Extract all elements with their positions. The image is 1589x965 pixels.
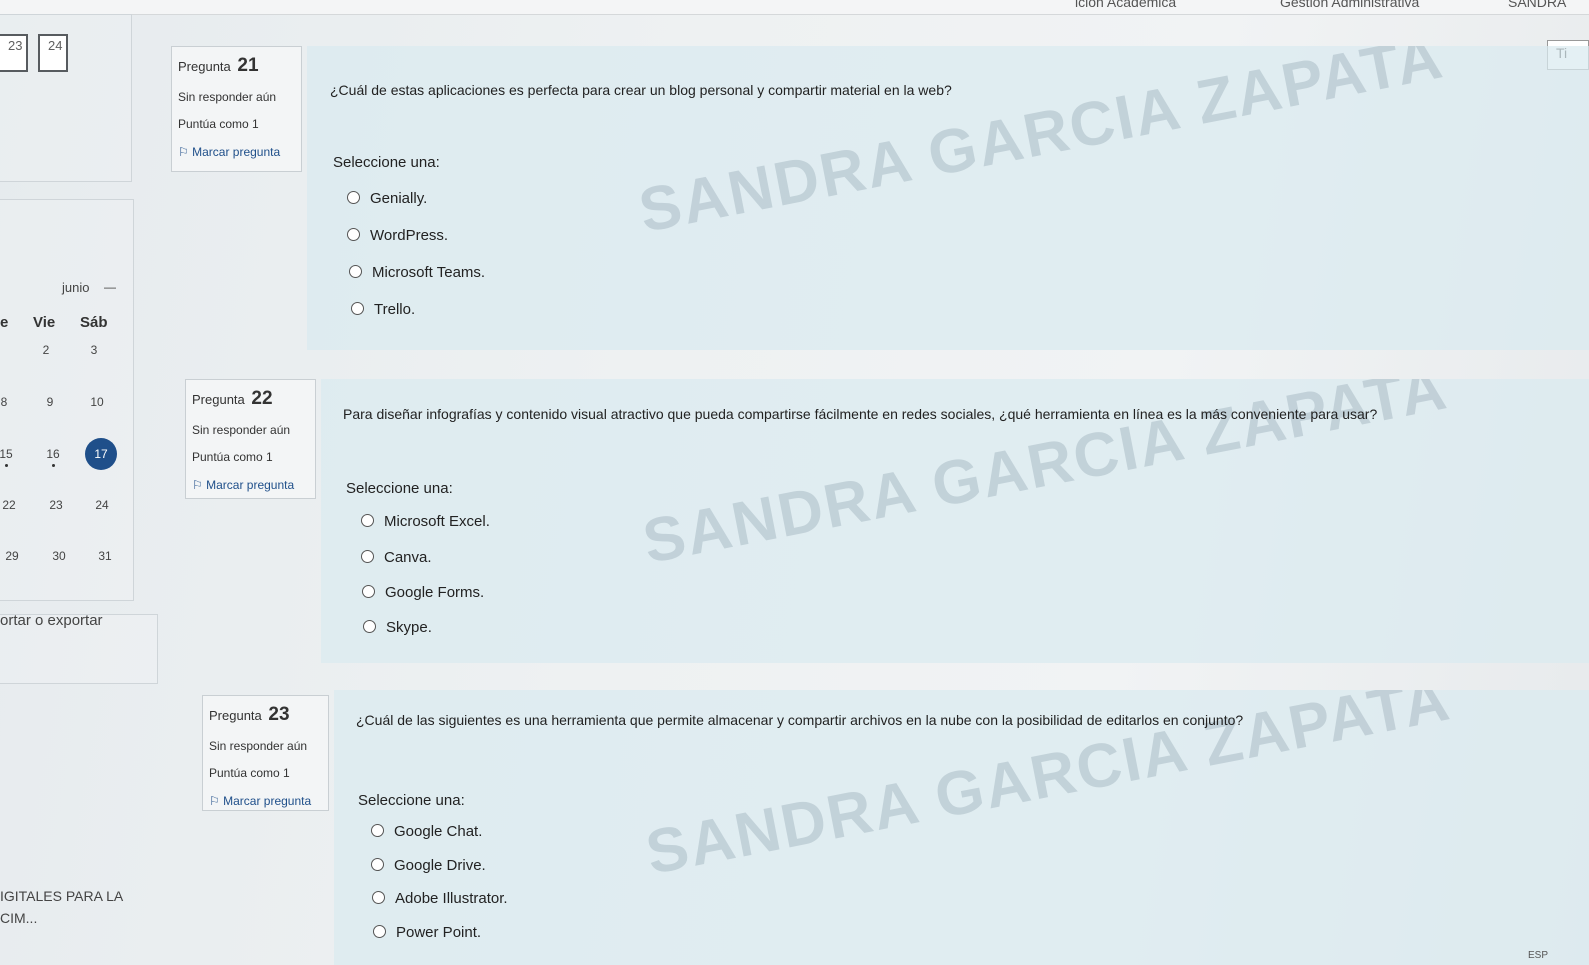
question-status: Sin responder aún [178, 90, 277, 104]
answer-option[interactable]: Google Drive. [371, 857, 486, 874]
radio-button[interactable] [363, 620, 376, 633]
left-sidebar: 23 24 [0, 14, 175, 965]
nav-academic-link[interactable]: ición Académica [1075, 0, 1176, 10]
calendar-day[interactable]: 9 [38, 395, 62, 409]
question-content-23: SANDRA GARCIA ZAPATA ¿Cuál de las siguie… [334, 690, 1589, 965]
question-info-23: Pregunta 23 Sin responder aún Puntúa com… [202, 695, 329, 811]
calendar-day[interactable]: 29 [0, 549, 24, 563]
question-info-22: Pregunta 22 Sin responder aún Puntúa com… [185, 379, 316, 499]
event-dot [52, 464, 55, 467]
answer-prompt: Seleccione una: [358, 792, 465, 809]
calendar-day[interactable]: 10 [85, 395, 109, 409]
question-number: Pregunta 22 [192, 388, 273, 409]
answer-option[interactable]: Microsoft Teams. [349, 264, 485, 281]
course-name-line-2[interactable]: CIM... [0, 910, 37, 926]
calendar-day[interactable]: 16 [41, 447, 65, 461]
flag-icon: ⚐ [178, 145, 189, 159]
question-content-22: SANDRA GARCIA ZAPATA Para diseñar infogr… [321, 379, 1589, 663]
calendar-header-sat: Sáb [80, 314, 108, 331]
radio-button[interactable] [349, 265, 362, 278]
calendar-day[interactable]: 15 [0, 447, 18, 461]
answer-prompt: Seleccione una: [333, 154, 440, 171]
answer-option[interactable]: Canva. [361, 549, 432, 566]
calendar-day[interactable]: 3 [82, 343, 106, 357]
calendar-header-thu: e [0, 314, 9, 331]
answer-option[interactable]: Microsoft Excel. [361, 513, 490, 530]
taskbar-language[interactable]: ESP [1528, 950, 1548, 961]
watermark: SANDRA GARCIA ZAPATA [633, 46, 1450, 247]
answer-option[interactable]: Google Forms. [362, 584, 484, 601]
question-score: Puntúa como 1 [178, 117, 259, 131]
radio-button[interactable] [373, 925, 386, 938]
calendar-day[interactable]: 24 [90, 498, 114, 512]
question-number: Pregunta 21 [178, 55, 259, 76]
calendar-day[interactable]: 30 [47, 549, 71, 563]
nav-admin-link[interactable]: Gestión Administrativa [1280, 0, 1419, 10]
radio-button[interactable] [347, 191, 360, 204]
radio-button[interactable] [361, 550, 374, 563]
answer-option[interactable]: Genially. [347, 190, 427, 207]
top-navbar: ición Académica Gestión Administrativa S… [0, 0, 1589, 15]
calendar-next-icon[interactable]: — [104, 280, 116, 294]
radio-button[interactable] [371, 858, 384, 871]
question-score: Puntúa como 1 [192, 450, 273, 464]
question-status: Sin responder aún [209, 739, 308, 753]
flag-icon: ⚐ [192, 478, 203, 492]
calendar-day[interactable]: 23 [44, 498, 68, 512]
question-content-21: SANDRA GARCIA ZAPATA ¿Cuál de estas apli… [307, 46, 1589, 350]
calendar-day[interactable]: 8 [0, 395, 16, 409]
question-text: Para diseñar infografías y contenido vis… [343, 406, 1378, 422]
calendar-day[interactable]: 22 [0, 498, 21, 512]
question-status: Sin responder aún [192, 423, 291, 437]
radio-button[interactable] [362, 585, 375, 598]
flag-icon: ⚐ [209, 794, 220, 808]
answer-option[interactable]: Google Chat. [371, 823, 482, 840]
event-dot [5, 464, 8, 467]
radio-button[interactable] [351, 302, 364, 315]
answer-option[interactable]: Skype. [363, 619, 432, 636]
flag-question-button[interactable]: ⚐ Marcar pregunta [192, 478, 309, 492]
question-number: Pregunta 23 [209, 704, 290, 725]
question-score: Puntúa como 1 [209, 766, 290, 780]
question-info-21: Pregunta 21 Sin responder aún Puntúa com… [171, 46, 302, 172]
calendar-block [0, 199, 134, 601]
import-export-link[interactable]: ortar o exportar [0, 612, 103, 629]
radio-button[interactable] [372, 891, 385, 904]
calendar-header-fri: Vie [33, 314, 56, 331]
answer-prompt: Seleccione una: [346, 480, 453, 497]
answer-option[interactable]: Trello. [351, 301, 415, 318]
quiz-nav-block [0, 14, 132, 182]
answer-option[interactable]: Power Point. [373, 924, 481, 941]
radio-button[interactable] [361, 514, 374, 527]
calendar-day[interactable]: 2 [34, 343, 58, 357]
answer-option[interactable]: Adobe Illustrator. [372, 890, 508, 907]
radio-button[interactable] [371, 824, 384, 837]
calendar-today[interactable]: 17 [85, 438, 117, 470]
question-text: ¿Cuál de las siguientes es una herramien… [356, 712, 1244, 728]
calendar-month: junio [62, 280, 90, 295]
user-name[interactable]: SANDRA [1508, 0, 1566, 10]
calendar-day[interactable]: 31 [93, 549, 117, 563]
flag-question-button[interactable]: ⚐ Marcar pregunta [209, 794, 322, 808]
flag-question-button[interactable]: ⚐ Marcar pregunta [178, 145, 295, 159]
answer-option[interactable]: WordPress. [347, 227, 448, 244]
course-name-line-1[interactable]: IGITALES PARA LA [0, 888, 123, 904]
radio-button[interactable] [347, 228, 360, 241]
question-text: ¿Cuál de estas aplicaciones es perfecta … [330, 82, 952, 98]
